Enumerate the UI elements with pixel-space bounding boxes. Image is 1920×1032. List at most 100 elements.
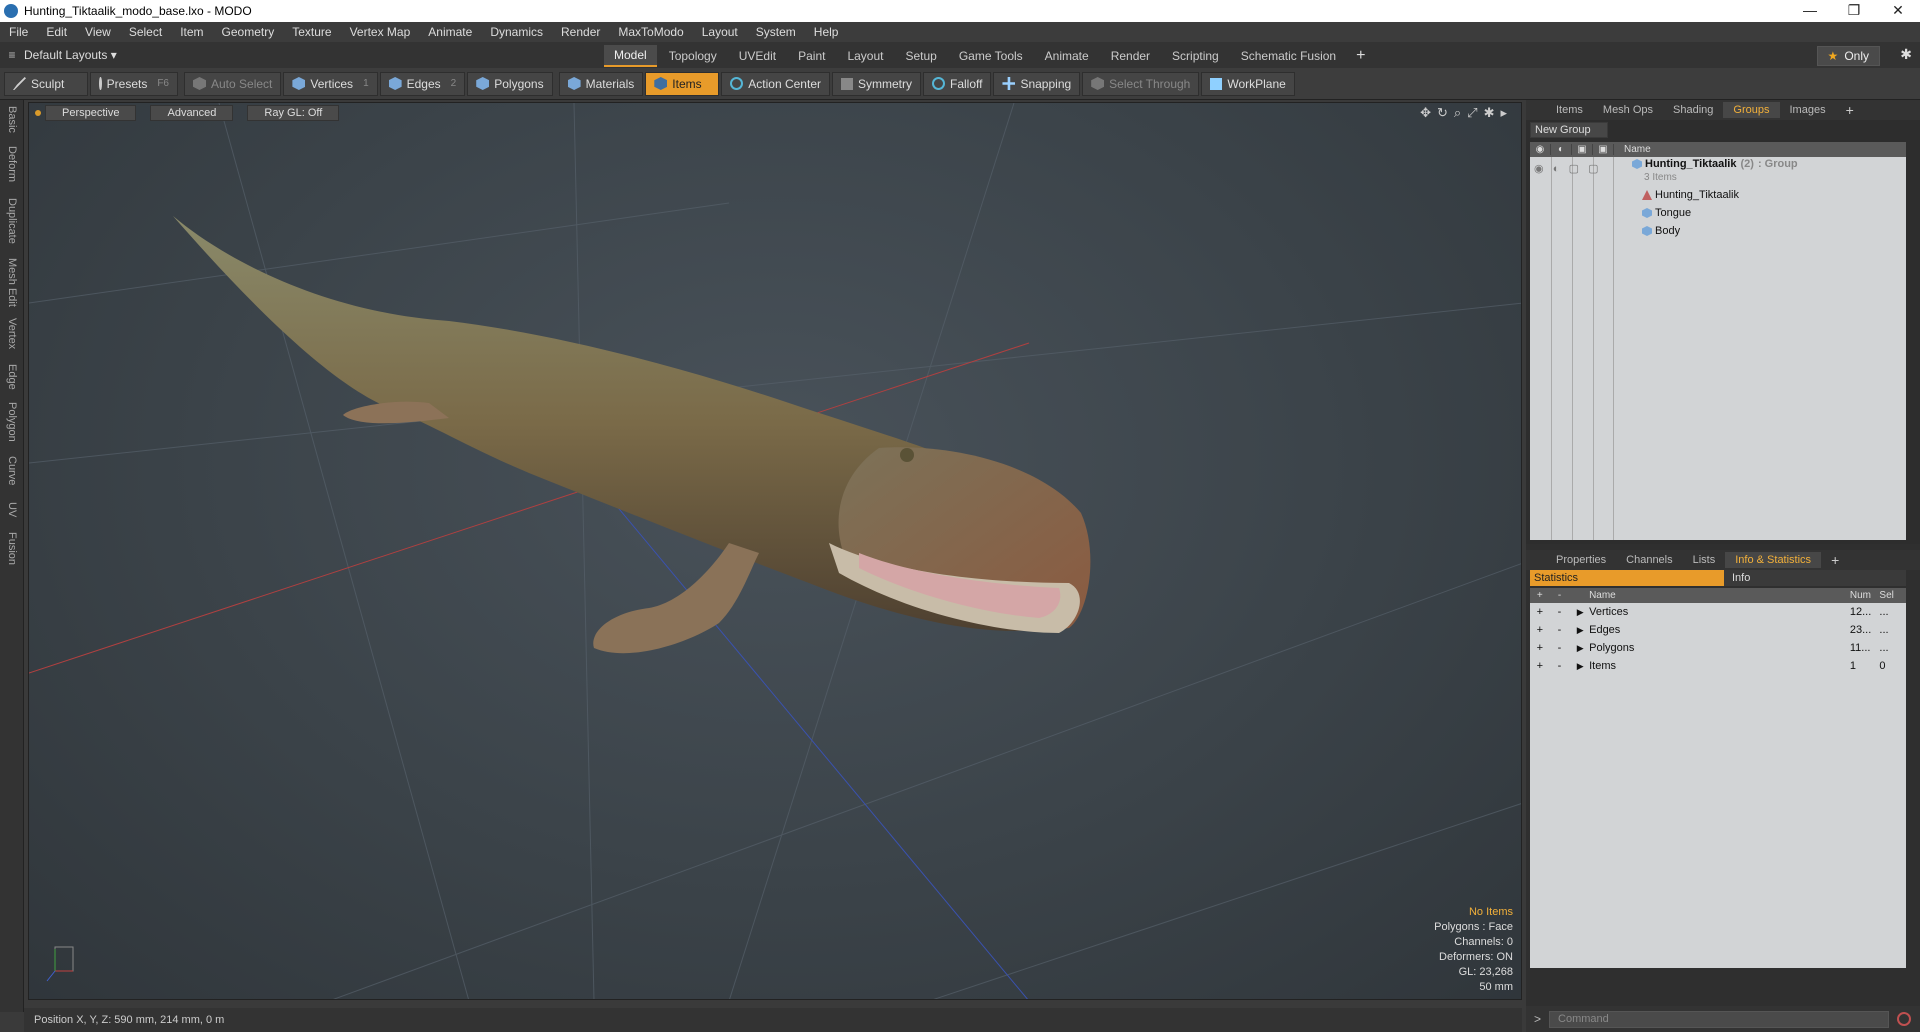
- symmetry-button[interactable]: Symmetry: [831, 71, 921, 96]
- add-panel-tab-icon[interactable]: +: [1821, 550, 1849, 570]
- menu-render[interactable]: Render: [552, 25, 609, 39]
- add-icon[interactable]: +: [1530, 606, 1550, 618]
- layout-menu-icon[interactable]: ≡: [0, 48, 24, 62]
- strip-tab-vertex[interactable]: Vertex: [6, 318, 18, 349]
- gear-icon[interactable]: ✱: [1900, 46, 1912, 63]
- table-row[interactable]: + - ▶ Items 1 0: [1530, 657, 1906, 675]
- expand-icon[interactable]: ▶: [1573, 625, 1587, 636]
- group-child-row[interactable]: Tongue: [1642, 207, 1691, 219]
- raygl-button[interactable]: Ray GL: Off: [247, 105, 340, 121]
- command-input[interactable]: Command: [1549, 1010, 1890, 1028]
- tab-images[interactable]: Images: [1780, 102, 1836, 118]
- name-column-header[interactable]: Name: [1614, 144, 1651, 155]
- tab-schematic-fusion[interactable]: Schematic Fusion: [1231, 46, 1346, 66]
- menu-animate[interactable]: Animate: [419, 25, 481, 39]
- tab-layout[interactable]: Layout: [837, 46, 893, 66]
- new-group-button[interactable]: New Group: [1530, 122, 1608, 138]
- table-row[interactable]: + - ▶ Edges 23... ...: [1530, 621, 1906, 639]
- tab-properties[interactable]: Properties: [1546, 552, 1616, 568]
- falloff-button[interactable]: Falloff: [922, 71, 992, 96]
- polygons-button[interactable]: Polygons: [467, 71, 553, 96]
- tab-groups[interactable]: Groups: [1723, 102, 1780, 118]
- expand-arrow-icon[interactable]: ▸: [1500, 105, 1507, 121]
- remove-icon[interactable]: -: [1550, 660, 1570, 672]
- info-tab[interactable]: Info: [1724, 570, 1906, 586]
- strip-tab-duplicate[interactable]: Duplicate: [6, 198, 18, 244]
- strip-tab-fusion[interactable]: Fusion: [6, 532, 18, 565]
- menu-texture[interactable]: Texture: [283, 25, 340, 39]
- tab-shading[interactable]: Shading: [1663, 102, 1723, 118]
- group-row[interactable]: Hunting_Tiktaalik (2) : Group: [1632, 158, 1798, 170]
- group-child-row[interactable]: Body: [1642, 225, 1680, 237]
- vertices-button[interactable]: Vertices 1: [283, 71, 378, 96]
- menu-system[interactable]: System: [747, 25, 805, 39]
- materials-button[interactable]: Materials: [558, 71, 644, 96]
- menu-dynamics[interactable]: Dynamics: [481, 25, 552, 39]
- edges-button[interactable]: Edges 2: [379, 71, 466, 96]
- items-button[interactable]: Items: [645, 71, 720, 96]
- presets-button[interactable]: Presets F6: [90, 71, 178, 96]
- statistics-tab[interactable]: Statistics: [1530, 570, 1724, 586]
- menu-layout[interactable]: Layout: [693, 25, 747, 39]
- lock-col-icon[interactable]: ▣: [1572, 144, 1593, 155]
- viewport-settings-icon[interactable]: ✱: [1484, 105, 1495, 121]
- visibility-col-icon[interactable]: ◉: [1530, 144, 1551, 155]
- tab-setup[interactable]: Setup: [895, 46, 946, 66]
- add-icon[interactable]: +: [1530, 624, 1550, 636]
- tab-info-statistics[interactable]: Info & Statistics: [1725, 552, 1822, 568]
- maximize-button[interactable]: ❐: [1832, 0, 1876, 22]
- table-row[interactable]: + - ▶ Vertices 12... ...: [1530, 603, 1906, 621]
- strip-tab-basic[interactable]: Basic: [6, 106, 18, 133]
- 3d-viewport[interactable]: Perspective Advanced Ray GL: Off ✥ ↻ ⌕ ⤢…: [28, 102, 1522, 1000]
- select-col-icon[interactable]: ▣: [1593, 144, 1614, 155]
- menu-edit[interactable]: Edit: [37, 25, 76, 39]
- tab-lists[interactable]: Lists: [1683, 552, 1726, 568]
- remove-icon[interactable]: -: [1550, 642, 1570, 654]
- sel-header[interactable]: Sel: [1876, 590, 1906, 601]
- menu-maxtomodo[interactable]: MaxToModo: [609, 25, 692, 39]
- menu-select[interactable]: Select: [120, 25, 171, 39]
- menu-file[interactable]: File: [0, 25, 37, 39]
- tiktaalik-model[interactable]: [173, 216, 1091, 654]
- menu-vertex-map[interactable]: Vertex Map: [341, 25, 420, 39]
- snapping-button[interactable]: Snapping: [993, 71, 1081, 96]
- viewport-menu-dot-icon[interactable]: [35, 110, 41, 116]
- tab-game-tools[interactable]: Game Tools: [949, 46, 1033, 66]
- strip-tab-mesh-edit[interactable]: Mesh Edit: [6, 258, 18, 307]
- tab-render[interactable]: Render: [1101, 46, 1160, 66]
- tab-mesh-ops[interactable]: Mesh Ops: [1593, 102, 1663, 118]
- menu-view[interactable]: View: [76, 25, 120, 39]
- name-header[interactable]: Name: [1587, 590, 1847, 601]
- remove-icon[interactable]: -: [1550, 606, 1570, 618]
- shading-advanced-button[interactable]: Advanced: [150, 105, 234, 121]
- remove-icon[interactable]: -: [1550, 624, 1570, 636]
- group-child-row[interactable]: Hunting_Tiktaalik: [1642, 189, 1739, 201]
- select-through-button[interactable]: Select Through: [1082, 71, 1200, 96]
- add-icon[interactable]: +: [1530, 660, 1550, 672]
- default-layouts-dropdown[interactable]: Default Layouts ▾: [24, 48, 117, 62]
- tab-scripting[interactable]: Scripting: [1162, 46, 1229, 66]
- tab-model[interactable]: Model: [604, 45, 657, 67]
- tab-topology[interactable]: Topology: [659, 46, 727, 66]
- menu-help[interactable]: Help: [805, 25, 848, 39]
- strip-tab-polygon[interactable]: Polygon: [6, 402, 18, 442]
- expand-icon[interactable]: ▶: [1573, 607, 1587, 618]
- sculpt-button[interactable]: Sculpt: [4, 71, 88, 96]
- pan-icon[interactable]: ✥: [1420, 105, 1431, 121]
- menu-geometry[interactable]: Geometry: [213, 25, 284, 39]
- minimize-button[interactable]: —: [1788, 0, 1832, 22]
- render-col-icon[interactable]: ◐: [1551, 144, 1572, 155]
- tab-channels[interactable]: Channels: [1616, 552, 1682, 568]
- auto-select-button[interactable]: Auto Select: [184, 71, 282, 96]
- table-row[interactable]: + - ▶ Polygons 11... ...: [1530, 639, 1906, 657]
- add-icon[interactable]: +: [1530, 642, 1550, 654]
- close-button[interactable]: ✕: [1876, 0, 1920, 22]
- view-perspective-button[interactable]: Perspective: [45, 105, 137, 121]
- rotate-icon[interactable]: ↻: [1437, 105, 1448, 121]
- group-state-icons[interactable]: ◉ ◐ ▢ ▢: [1534, 162, 1599, 175]
- strip-tab-curve[interactable]: Curve: [6, 456, 18, 485]
- workplane-button[interactable]: WorkPlane: [1201, 71, 1295, 96]
- expand-icon[interactable]: ▶: [1573, 643, 1587, 654]
- zoom-icon[interactable]: ⌕: [1454, 105, 1461, 121]
- strip-tab-deform[interactable]: Deform: [6, 146, 18, 182]
